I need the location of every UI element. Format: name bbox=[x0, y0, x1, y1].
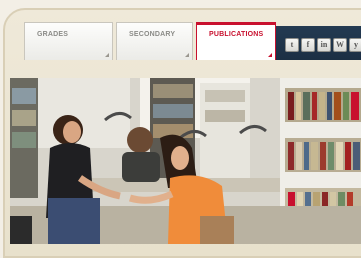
twitter-icon[interactable]: t bbox=[285, 38, 299, 52]
tab-grades[interactable]: GRADES bbox=[24, 22, 113, 60]
linkedin-icon[interactable]: in bbox=[317, 38, 331, 52]
corner-icon bbox=[185, 53, 189, 57]
facebook-icon[interactable]: f bbox=[301, 38, 315, 52]
tab-publications[interactable]: PUBLICATIONS bbox=[196, 22, 276, 60]
corner-icon bbox=[105, 53, 109, 57]
wikipedia-icon[interactable]: W bbox=[333, 38, 347, 52]
social-links: t f in W y bbox=[285, 38, 361, 52]
tab-label: SECONDARY bbox=[129, 31, 176, 38]
corner-icon bbox=[268, 53, 272, 57]
main-tabs: GRADES SECONDARY PUBLICATIONS bbox=[24, 22, 279, 60]
more-icon[interactable]: y bbox=[349, 38, 361, 52]
tab-label: GRADES bbox=[37, 31, 69, 38]
tab-secondary[interactable]: SECONDARY bbox=[116, 22, 193, 60]
library-students-photo bbox=[10, 78, 361, 244]
photo-illustration bbox=[10, 78, 361, 244]
page-frame: GRADES SECONDARY PUBLICATIONS t f in W y bbox=[0, 0, 361, 258]
tab-label: PUBLICATIONS bbox=[209, 31, 264, 38]
